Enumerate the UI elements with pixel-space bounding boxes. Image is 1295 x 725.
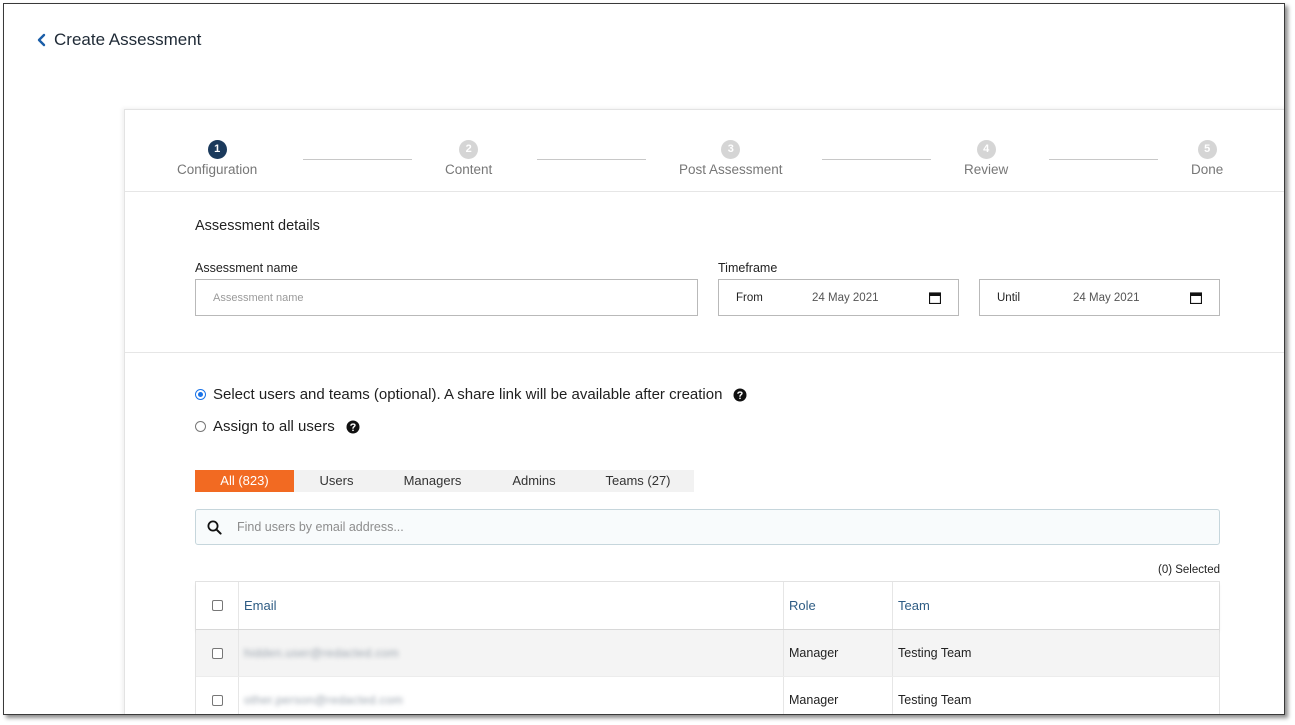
chevron-left-icon	[37, 33, 46, 47]
selected-count: (0) Selected	[1157, 564, 1220, 576]
step-configuration[interactable]: 1 Configuration	[177, 140, 257, 177]
table-row[interactable]: other.person@redacted.com Manager Testin…	[196, 677, 1219, 714]
assign-all-label: Assign to all users	[213, 418, 335, 435]
tab-users[interactable]: Users	[294, 470, 379, 492]
page-title: Create Assessment	[54, 30, 202, 49]
select-all-checkbox[interactable]	[211, 600, 223, 611]
section-divider	[125, 352, 1284, 353]
email-value: hidden.user@redacted.com	[244, 646, 399, 660]
step-number: 2	[459, 140, 479, 159]
assign-all-radio[interactable]	[195, 421, 206, 432]
assessment-card: 1 Configuration 2 Content 3 Post Assessm…	[124, 109, 1284, 714]
tab-managers[interactable]: Managers	[379, 470, 486, 492]
row-check-cell	[196, 677, 239, 714]
select-users-radio[interactable]	[195, 389, 206, 400]
select-all-cell	[196, 582, 239, 629]
step-connector	[1049, 159, 1158, 160]
assessment-name-input[interactable]	[195, 279, 698, 316]
step-label: Configuration	[177, 162, 258, 177]
until-label: Until	[997, 291, 1021, 304]
step-connector	[303, 159, 412, 160]
from-date-field[interactable]: From 24 May 2021	[718, 279, 959, 316]
email-cell: other.person@redacted.com	[239, 677, 784, 714]
step-label: Review	[964, 162, 1009, 177]
email-value: other.person@redacted.com	[244, 693, 404, 707]
user-filter-tabs: All (823) Users Managers Admins Teams (2…	[195, 470, 694, 492]
calendar-icon[interactable]	[929, 292, 941, 304]
column-team[interactable]: Team	[893, 582, 1219, 629]
search-icon	[207, 520, 222, 535]
row-checkbox[interactable]	[211, 694, 223, 706]
assign-all-option[interactable]: Assign to all users	[195, 418, 360, 435]
step-post-assessment[interactable]: 3 Post Assessment	[679, 140, 783, 177]
from-label: From	[736, 291, 763, 304]
search-input[interactable]	[237, 520, 1137, 534]
column-role[interactable]: Role	[784, 582, 893, 629]
step-number: 1	[207, 140, 227, 159]
step-label: Content	[445, 162, 493, 177]
role-cell: Manager	[784, 630, 893, 676]
step-review[interactable]: 4 Review	[964, 140, 1008, 177]
assessment-name-label: Assessment name	[195, 261, 298, 275]
row-check-cell	[196, 630, 239, 676]
app-window: Create Assessment 1 Configuration 2 Cont…	[3, 3, 1285, 715]
tab-teams[interactable]: Teams (27)	[582, 470, 694, 492]
column-email[interactable]: Email	[239, 582, 784, 629]
step-content[interactable]: 2 Content	[445, 140, 492, 177]
help-icon[interactable]	[346, 420, 360, 434]
until-date-value: 24 May 2021	[1073, 291, 1140, 304]
tab-admins[interactable]: Admins	[486, 470, 582, 492]
select-users-label: Select users and teams (optional). A sha…	[213, 386, 723, 403]
email-cell: hidden.user@redacted.com	[239, 630, 784, 676]
team-cell: Testing Team	[898, 646, 972, 660]
step-done[interactable]: 5 Done	[1191, 140, 1223, 177]
table-row[interactable]: hidden.user@redacted.com Manager Testing…	[196, 630, 1219, 677]
step-connector	[537, 159, 646, 160]
step-number: 4	[976, 140, 996, 159]
team-cell: Testing Team	[898, 693, 972, 707]
search-box	[195, 509, 1220, 545]
table-header: Email Role Team	[196, 582, 1219, 630]
step-label: Post Assessment	[679, 162, 783, 177]
stepper: 1 Configuration 2 Content 3 Post Assessm…	[125, 110, 1284, 192]
calendar-icon[interactable]	[1190, 292, 1202, 304]
tab-all[interactable]: All (823)	[195, 470, 294, 492]
until-date-field[interactable]: Until 24 May 2021	[979, 279, 1220, 316]
back-link[interactable]: Create Assessment	[34, 30, 201, 50]
step-connector	[822, 159, 931, 160]
help-icon[interactable]	[733, 388, 747, 402]
from-date-value: 24 May 2021	[812, 291, 879, 304]
section-title: Assessment details	[195, 218, 320, 234]
row-checkbox[interactable]	[211, 647, 223, 659]
step-label: Done	[1191, 162, 1224, 177]
timeframe-label: Timeframe	[718, 261, 778, 275]
users-table: Email Role Team hidden.user@redacted.com…	[195, 581, 1220, 714]
role-cell: Manager	[784, 677, 893, 714]
step-number: 5	[1197, 140, 1217, 159]
select-users-option[interactable]: Select users and teams (optional). A sha…	[195, 386, 747, 403]
step-number: 3	[721, 140, 741, 159]
